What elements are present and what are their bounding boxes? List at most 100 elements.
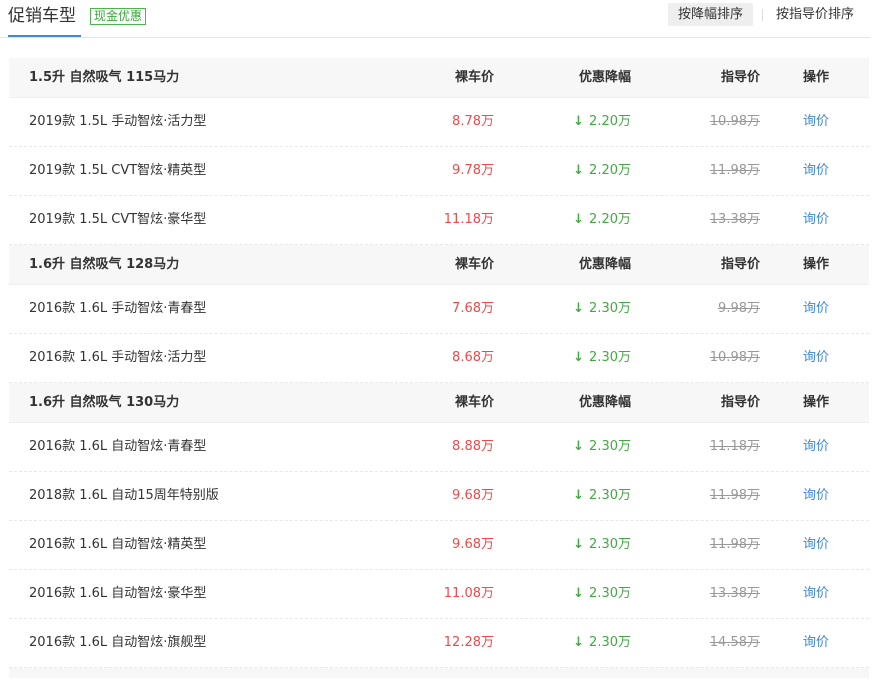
discount-value: 2.30万 <box>589 488 631 503</box>
discount-amount: ↓ 2.30万 <box>573 521 631 569</box>
model-name[interactable]: 2016款 1.6L 自动智炫·旗舰型 <box>29 619 206 667</box>
guide-price: 9.98万 <box>718 301 760 316</box>
group-title: 1.6升 自然吸气 128马力 <box>29 257 180 272</box>
model-name[interactable]: 2019款 1.5L CVT智炫·豪华型 <box>29 196 206 244</box>
down-arrow-icon: ↓ <box>573 163 585 178</box>
discount-amount: ↓ 2.30万 <box>573 619 631 667</box>
group-title: 1.6升 自然吸气 130马力 <box>29 395 180 410</box>
table-bottom-strip <box>9 668 869 678</box>
down-arrow-icon: ↓ <box>573 212 585 227</box>
discount-amount: ↓ 2.30万 <box>573 285 631 333</box>
bare-price: 8.88万 <box>452 439 494 454</box>
discount-amount: ↓ 2.30万 <box>573 423 631 471</box>
bare-price: 9.78万 <box>452 163 494 178</box>
column-guide-price: 指导价 <box>720 70 760 85</box>
guide-price: 11.98万 <box>709 537 760 552</box>
guide-price: 13.38万 <box>709 212 760 227</box>
table-row: 2016款 1.6L 自动智炫·旗舰型 12.28万 ↓ 2.30万 14.58万 询价 <box>9 619 869 668</box>
discount-amount: ↓ 2.20万 <box>573 98 631 146</box>
down-arrow-icon: ↓ <box>573 439 585 454</box>
guide-price: 10.98万 <box>709 350 760 365</box>
model-name[interactable]: 2016款 1.6L 自动智炫·精英型 <box>29 521 206 569</box>
column-discount: 优惠降幅 <box>578 395 631 410</box>
group-header: 1.6升 自然吸气 130马力 裸车价 优惠降幅 指导价 操作 <box>9 383 869 423</box>
inquire-price-link[interactable]: 询价 <box>803 521 829 569</box>
model-name[interactable]: 2016款 1.6L 手动智炫·活力型 <box>29 334 206 382</box>
table-row: 2016款 1.6L 自动智炫·精英型 9.68万 ↓ 2.30万 11.98万 询价 <box>9 521 869 570</box>
down-arrow-icon: ↓ <box>573 350 585 365</box>
group-header: 1.5升 自然吸气 115马力 裸车价 优惠降幅 指导价 操作 <box>9 58 869 98</box>
promo-header: 促销车型 现金优惠 按降幅排序 按指导价排序 <box>0 0 870 38</box>
discount-value: 2.20万 <box>589 212 631 227</box>
discount-value: 2.20万 <box>589 163 631 178</box>
promo-table: 1.5升 自然吸气 115马力 裸车价 优惠降幅 指导价 操作 2019款 1.5L 手动… <box>9 58 869 678</box>
table-row: 2018款 1.6L 自动15周年特别版 9.68万 ↓ 2.30万 11.98万 询价 <box>9 472 869 521</box>
down-arrow-icon: ↓ <box>573 301 585 316</box>
inquire-price-link[interactable]: 询价 <box>803 334 829 382</box>
column-bare-price: 裸车价 <box>454 395 494 410</box>
column-discount: 优惠降幅 <box>578 257 631 272</box>
sort-by-discount-button[interactable]: 按降幅排序 <box>668 3 753 26</box>
discount-value: 2.30万 <box>589 635 631 650</box>
down-arrow-icon: ↓ <box>573 635 585 650</box>
bare-price: 8.68万 <box>452 350 494 365</box>
inquire-price-link[interactable]: 询价 <box>803 196 829 244</box>
group-header: 1.6升 自然吸气 128马力 裸车价 优惠降幅 指导价 操作 <box>9 245 869 285</box>
guide-price: 11.98万 <box>709 488 760 503</box>
inquire-price-link[interactable]: 询价 <box>803 147 829 195</box>
inquire-price-link[interactable]: 询价 <box>803 619 829 667</box>
table-row: 2019款 1.5L CVT智炫·精英型 9.78万 ↓ 2.20万 11.98万 询价 <box>9 147 869 196</box>
cash-discount-badge: 现金优惠 <box>90 8 147 25</box>
discount-value: 2.30万 <box>589 537 631 552</box>
bare-price: 7.68万 <box>452 301 494 316</box>
bare-price: 9.68万 <box>452 488 494 503</box>
discount-amount: ↓ 2.20万 <box>573 147 631 195</box>
inquire-price-link[interactable]: 询价 <box>803 98 829 146</box>
discount-value: 2.30万 <box>589 439 631 454</box>
inquire-price-link[interactable]: 询价 <box>803 472 829 520</box>
inquire-price-link[interactable]: 询价 <box>803 285 829 333</box>
model-name[interactable]: 2016款 1.6L 自动智炫·青春型 <box>29 423 206 471</box>
sort-divider <box>762 9 763 21</box>
inquire-price-link[interactable]: 询价 <box>803 423 829 471</box>
table-row: 2016款 1.6L 手动智炫·活力型 8.68万 ↓ 2.30万 10.98万 询价 <box>9 334 869 383</box>
title-tab[interactable]: 促销车型 <box>8 0 81 37</box>
column-action: 操作 <box>803 257 830 272</box>
down-arrow-icon: ↓ <box>573 537 585 552</box>
discount-amount: ↓ 2.30万 <box>573 334 631 382</box>
discount-value: 2.30万 <box>589 301 631 316</box>
discount-amount: ↓ 2.30万 <box>573 570 631 618</box>
table-row: 2019款 1.5L CVT智炫·豪华型 11.18万 ↓ 2.20万 13.38万 询价 <box>9 196 869 245</box>
guide-price: 11.98万 <box>709 163 760 178</box>
sort-by-guide-price-button[interactable]: 按指导价排序 <box>776 3 854 26</box>
column-bare-price: 裸车价 <box>454 70 494 85</box>
bare-price: 11.08万 <box>443 586 494 601</box>
model-name[interactable]: 2016款 1.6L 自动智炫·豪华型 <box>29 570 206 618</box>
guide-price: 11.18万 <box>709 439 760 454</box>
discount-amount: ↓ 2.30万 <box>573 472 631 520</box>
discount-value: 2.30万 <box>589 350 631 365</box>
inquire-price-link[interactable]: 询价 <box>803 570 829 618</box>
column-guide-price: 指导价 <box>720 257 760 272</box>
guide-price: 10.98万 <box>709 114 760 129</box>
table-row: 2016款 1.6L 自动智炫·豪华型 11.08万 ↓ 2.30万 13.38万 询价 <box>9 570 869 619</box>
down-arrow-icon: ↓ <box>573 114 585 129</box>
column-discount: 优惠降幅 <box>578 70 631 85</box>
down-arrow-icon: ↓ <box>573 488 585 503</box>
bare-price: 11.18万 <box>443 212 494 227</box>
discount-value: 2.30万 <box>589 586 631 601</box>
bare-price: 12.28万 <box>443 635 494 650</box>
column-action: 操作 <box>803 70 830 85</box>
bare-price: 9.68万 <box>452 537 494 552</box>
group-title: 1.5升 自然吸气 115马力 <box>29 70 180 85</box>
model-name[interactable]: 2016款 1.6L 手动智炫·青春型 <box>29 285 206 333</box>
model-name[interactable]: 2019款 1.5L 手动智炫·活力型 <box>29 98 206 146</box>
discount-amount: ↓ 2.20万 <box>573 196 631 244</box>
model-name[interactable]: 2019款 1.5L CVT智炫·精英型 <box>29 147 206 195</box>
column-bare-price: 裸车价 <box>454 257 494 272</box>
discount-value: 2.20万 <box>589 114 631 129</box>
down-arrow-icon: ↓ <box>573 586 585 601</box>
bare-price: 8.78万 <box>452 114 494 129</box>
table-row: 2016款 1.6L 手动智炫·青春型 7.68万 ↓ 2.30万 9.98万 询价 <box>9 285 869 334</box>
model-name[interactable]: 2018款 1.6L 自动15周年特别版 <box>29 472 219 520</box>
